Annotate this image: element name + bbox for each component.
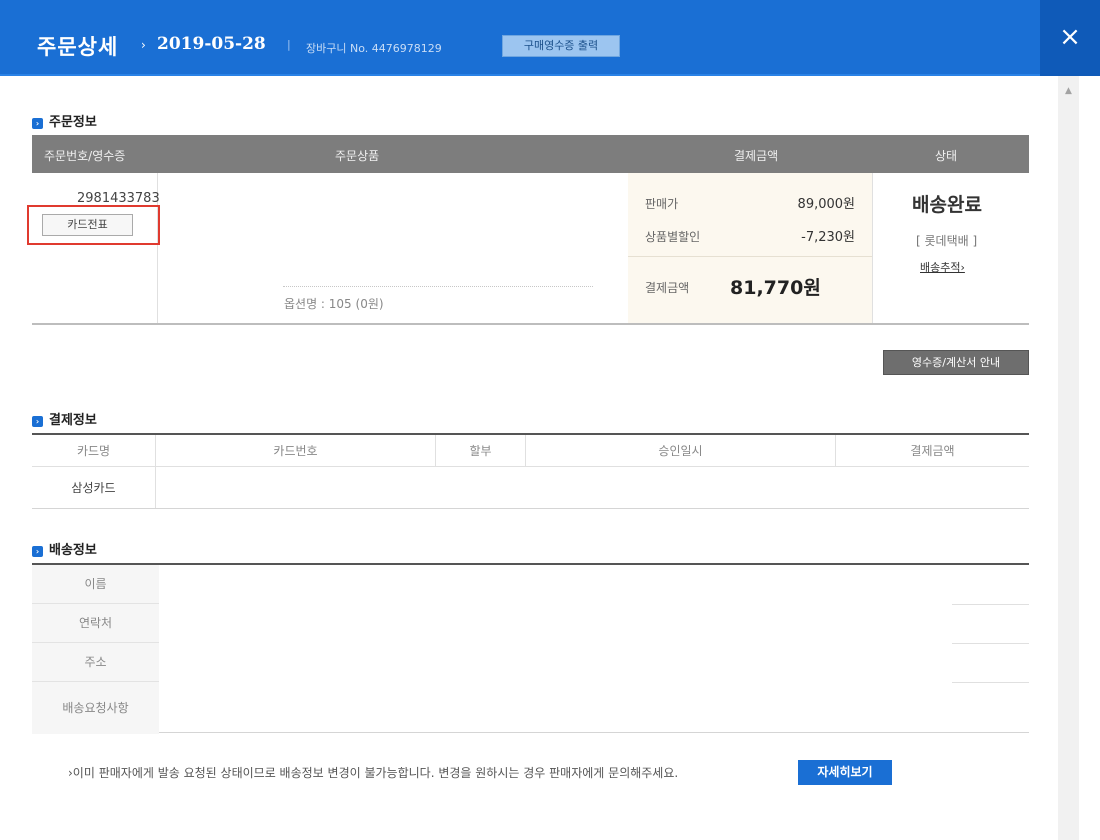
- order-info-title: › 주문정보: [32, 111, 97, 130]
- tracking-link[interactable]: 배송추적›: [920, 259, 965, 275]
- discount-label: 상품별할인: [645, 230, 701, 244]
- order-info-title-text: 주문정보: [49, 115, 97, 130]
- option-name: 옵션명 : 105 (0원): [284, 297, 384, 311]
- shipping-notice: ›이미 판매자에게 발송 요청된 상태이므로 배송정보 변경이 불가능합니다. …: [68, 766, 679, 780]
- card-number-cell: [156, 467, 436, 508]
- col-card-number: 카드번호: [156, 435, 436, 466]
- payment-info-title: › 결제정보: [32, 409, 97, 428]
- page-title: 주문상세: [37, 35, 119, 59]
- scrollbar[interactable]: ▲: [1058, 76, 1079, 840]
- shipping-phone-label: 연락처: [32, 604, 159, 643]
- basket-number: 장바구니 No. 4476978129: [306, 42, 442, 55]
- order-table-header: 주문번호/영수증 주문상품 결제금액 상태: [32, 135, 1029, 173]
- installment-cell: [436, 467, 526, 508]
- section-bullet-icon: ›: [32, 416, 43, 427]
- table-row: 삼성카드: [32, 467, 1029, 509]
- col-installment: 할부: [436, 435, 526, 466]
- order-date: 2019-05-28: [157, 34, 266, 54]
- col-payment: 결제금액: [734, 149, 779, 163]
- header-bottom-line: [0, 74, 1100, 76]
- discount-value: -7,230원: [801, 230, 855, 245]
- order-table-row: 2981433783 카드전표 옵션명 : 105 (0원) 판매가 89,00…: [32, 173, 1029, 325]
- payment-info-title-text: 결제정보: [49, 413, 97, 428]
- table-row: 이름: [32, 565, 1029, 604]
- approval-date-cell: [526, 467, 836, 508]
- print-receipt-button[interactable]: 구매영수증 출력: [502, 35, 620, 57]
- payment-amount-cell: [836, 467, 1029, 508]
- header-bar: 주문상세 › 2019-05-28 | 장바구니 No. 4476978129 …: [0, 0, 1100, 76]
- divider: [872, 173, 873, 323]
- date-arrow-icon: ›: [141, 38, 146, 52]
- table-row: 주소: [32, 643, 1029, 682]
- divider: [952, 604, 1029, 605]
- option-divider: [283, 286, 593, 287]
- card-name-cell: 삼성카드: [32, 467, 156, 508]
- total-value: 81,770원: [730, 277, 821, 299]
- scroll-up-arrow-icon[interactable]: ▲: [1058, 86, 1079, 100]
- close-icon[interactable]: ×: [1040, 0, 1100, 76]
- header-separator: |: [287, 38, 291, 51]
- shipping-table: 이름 연락처 주소 배송요청사항: [32, 563, 1029, 734]
- payment-table: 카드명 카드번호 할부 승인일시 결제금액 삼성카드: [32, 433, 1029, 509]
- price-label: 판매가: [645, 197, 679, 211]
- shipping-info-title-text: 배송정보: [49, 543, 97, 558]
- status-badge: 배송완료: [912, 194, 982, 216]
- col-approval-date: 승인일시: [526, 435, 836, 466]
- payment-table-header: 카드명 카드번호 할부 승인일시 결제금액: [32, 435, 1029, 467]
- order-number: 2981433783: [77, 191, 160, 206]
- col-order-number: 주문번호/영수증: [44, 149, 126, 163]
- col-product: 주문상품: [335, 149, 380, 163]
- shipping-info-title: › 배송정보: [32, 539, 97, 558]
- receipt-guide-button[interactable]: 영수증/계산서 안내: [883, 350, 1029, 375]
- shipping-request-label: 배송요청사항: [32, 682, 159, 734]
- col-card-name: 카드명: [32, 435, 156, 466]
- total-label: 결제금액: [645, 281, 690, 295]
- price-value: 89,000원: [797, 197, 855, 212]
- table-row: 연락처: [32, 604, 1029, 643]
- shipping-name-label: 이름: [32, 565, 159, 604]
- view-details-button[interactable]: 자세히보기: [798, 760, 892, 785]
- divider: [952, 682, 1029, 683]
- carrier-name: [ 롯데택배 ]: [916, 234, 978, 248]
- shipping-address-label: 주소: [32, 643, 159, 682]
- divider: [628, 256, 872, 257]
- section-bullet-icon: ›: [32, 546, 43, 557]
- highlight-box: [27, 205, 160, 245]
- divider: [952, 643, 1029, 644]
- table-row: 배송요청사항: [32, 682, 1029, 734]
- col-status: 상태: [935, 149, 958, 163]
- section-bullet-icon: ›: [32, 118, 43, 129]
- col-payment-amount: 결제금액: [910, 444, 955, 458]
